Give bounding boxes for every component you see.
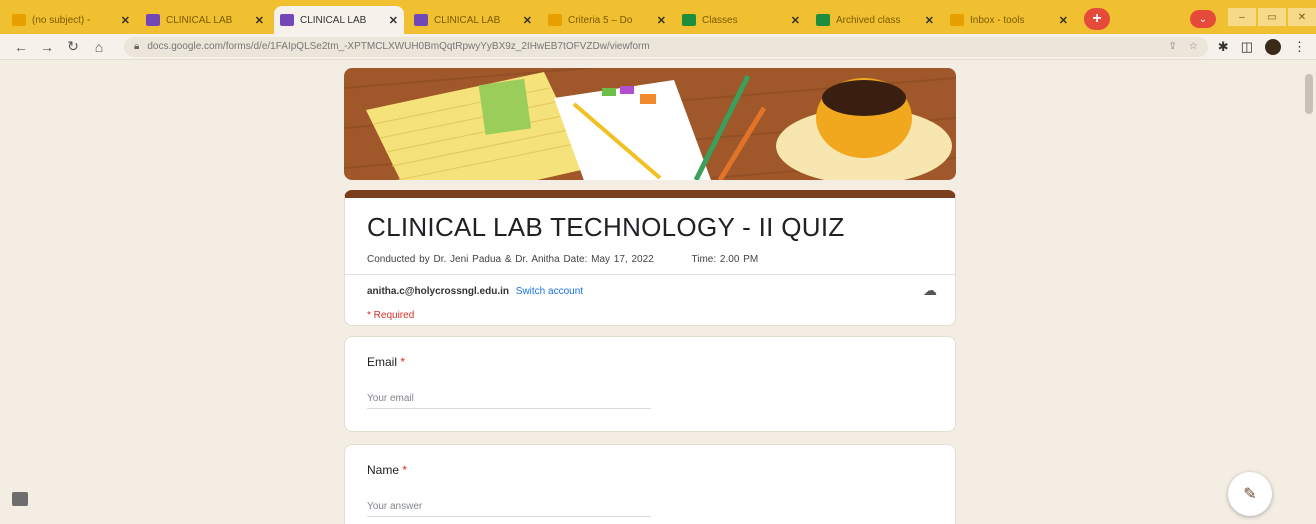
tab-title: Classes bbox=[702, 14, 738, 26]
email-field[interactable] bbox=[367, 389, 651, 409]
close-icon[interactable]: ✕ bbox=[389, 14, 398, 27]
tab-title: Criteria 5 – Do bbox=[568, 14, 633, 26]
tab-clinical-lab-active[interactable]: CLINICAL LAB ✕ bbox=[274, 6, 404, 34]
back-icon[interactable]: ← bbox=[10, 39, 32, 55]
window-close-icon[interactable]: ✕ bbox=[1288, 8, 1316, 26]
required-note: * Required bbox=[367, 310, 415, 321]
classroom-icon bbox=[682, 14, 696, 26]
bookmark-star-icon[interactable]: ☆ bbox=[1189, 41, 1198, 52]
account-row: anitha.c@holycrossngl.edu.in Switch acco… bbox=[367, 286, 583, 297]
page-scrollbar[interactable] bbox=[1302, 60, 1316, 524]
feedback-icon[interactable] bbox=[12, 492, 28, 506]
browser-tab-strip: (no subject) - ✕ CLINICAL LAB ✕ CLINICAL… bbox=[0, 0, 1316, 34]
form-description: Conducted by Dr. Jeni Padua & Dr. Anitha… bbox=[367, 254, 758, 265]
tab-criteria[interactable]: Criteria 5 – Do ✕ bbox=[542, 6, 672, 34]
tab-title: Inbox - tools bbox=[970, 14, 1025, 26]
tab-title: CLINICAL LAB bbox=[434, 14, 501, 26]
required-asterisk: * bbox=[402, 463, 408, 477]
form-header-image bbox=[344, 68, 956, 180]
tab-title: (no subject) - bbox=[32, 14, 91, 26]
mail-icon bbox=[12, 14, 26, 26]
tab-inbox-tools[interactable]: Inbox - tools ✕ bbox=[944, 6, 1074, 34]
divider bbox=[345, 274, 955, 275]
mail-icon bbox=[950, 14, 964, 26]
close-icon[interactable]: ✕ bbox=[657, 14, 666, 27]
reload-icon[interactable]: ↻ bbox=[62, 38, 84, 55]
scrollbar-thumb[interactable] bbox=[1305, 74, 1313, 114]
maximize-icon[interactable]: ▭ bbox=[1258, 8, 1286, 26]
question-label: Name * bbox=[367, 463, 407, 477]
forms-icon bbox=[146, 14, 160, 26]
share-icon[interactable]: ⇪ bbox=[1168, 41, 1176, 52]
close-icon[interactable]: ✕ bbox=[255, 14, 264, 27]
browser-toolbar: ← → ↻ ⌂ 🔒︎ docs.google.com/forms/d/e/1FA… bbox=[0, 34, 1316, 60]
required-asterisk: * bbox=[400, 355, 406, 369]
form-page: CLINICAL LAB TECHNOLOGY - II QUIZ Conduc… bbox=[0, 60, 1316, 524]
tab-classes[interactable]: Classes ✕ bbox=[676, 6, 806, 34]
pencil-icon: ✎ bbox=[1243, 486, 1257, 503]
window-controls: – ▭ ✕ bbox=[1226, 8, 1316, 26]
name-field[interactable] bbox=[367, 497, 651, 517]
edit-pencil-button[interactable]: ✎ bbox=[1228, 472, 1272, 516]
forms-icon bbox=[414, 14, 428, 26]
tab-title: Archived class bbox=[836, 14, 901, 26]
switch-account-link[interactable]: Switch account bbox=[516, 286, 583, 297]
url-text[interactable]: docs.google.com/forms/d/e/1FAIpQLSe2tm_-… bbox=[147, 41, 649, 52]
question-text: Name bbox=[367, 463, 400, 477]
classroom-icon bbox=[816, 14, 830, 26]
tab-search-icon[interactable]: ⌄ bbox=[1190, 10, 1216, 28]
cloud-save-icon[interactable]: ☁ bbox=[923, 282, 937, 299]
form-conducted-by: Conducted by Dr. Jeni Padua & Dr. Anitha… bbox=[367, 254, 654, 265]
form-title: CLINICAL LAB TECHNOLOGY - II QUIZ bbox=[367, 212, 845, 242]
close-icon[interactable]: ✕ bbox=[121, 14, 130, 27]
question-name: Name * bbox=[344, 444, 956, 524]
close-icon[interactable]: ✕ bbox=[523, 14, 532, 27]
side-panel-icon[interactable]: ◫ bbox=[1241, 39, 1253, 55]
close-icon[interactable]: ✕ bbox=[925, 14, 934, 27]
form-title-card: CLINICAL LAB TECHNOLOGY - II QUIZ Conduc… bbox=[344, 190, 956, 326]
tab-title: CLINICAL LAB bbox=[300, 14, 367, 26]
lock-icon[interactable]: 🔒︎ bbox=[134, 41, 139, 52]
close-icon[interactable]: ✕ bbox=[1059, 14, 1068, 27]
close-icon[interactable]: ✕ bbox=[791, 14, 800, 27]
forward-icon[interactable]: → bbox=[36, 39, 58, 55]
question-text: Email bbox=[367, 355, 398, 369]
new-tab-button[interactable]: + bbox=[1084, 8, 1110, 30]
tab-mail-no-subject[interactable]: (no subject) - ✕ bbox=[6, 6, 136, 34]
question-email: Email * bbox=[344, 336, 956, 432]
mail-icon bbox=[548, 14, 562, 26]
tab-title: CLINICAL LAB bbox=[166, 14, 233, 26]
tab-clinical-lab-1[interactable]: CLINICAL LAB ✕ bbox=[140, 6, 270, 34]
tab-archived-class[interactable]: Archived class ✕ bbox=[810, 6, 940, 34]
more-menu-icon[interactable]: ⋮ bbox=[1293, 39, 1306, 55]
extensions-icon[interactable]: ✱ bbox=[1218, 39, 1229, 55]
account-email: anitha.c@holycrossngl.edu.in bbox=[367, 286, 509, 297]
tab-clinical-lab-3[interactable]: CLINICAL LAB ✕ bbox=[408, 6, 538, 34]
home-icon[interactable]: ⌂ bbox=[88, 39, 110, 55]
address-bar[interactable]: 🔒︎ docs.google.com/forms/d/e/1FAIpQLSe2t… bbox=[124, 36, 1208, 57]
form-time: Time: 2.00 PM bbox=[691, 254, 759, 265]
forms-icon bbox=[280, 14, 294, 26]
minimize-icon[interactable]: – bbox=[1228, 8, 1256, 26]
question-label: Email * bbox=[367, 355, 405, 369]
profile-avatar[interactable] bbox=[1265, 38, 1281, 55]
